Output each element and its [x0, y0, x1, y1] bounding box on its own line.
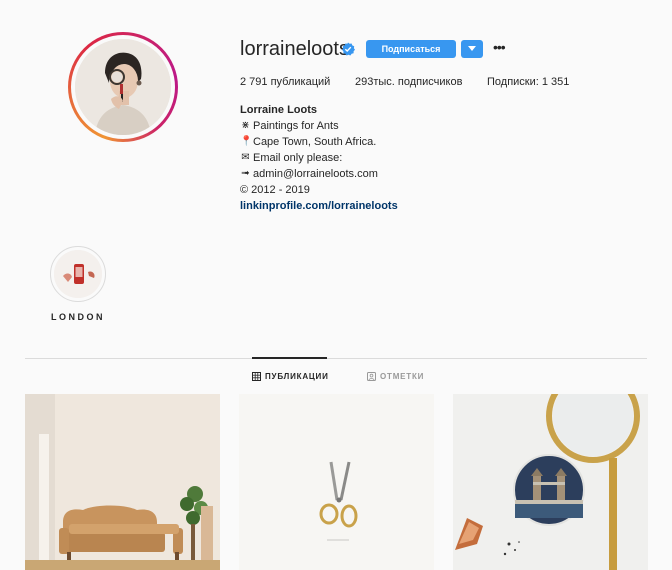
active-tab-indicator [252, 357, 327, 359]
bio-line: ⋇ Paintings for Ants [240, 118, 540, 134]
avatar-frame [71, 35, 175, 139]
suggestions-dropdown-button[interactable] [461, 40, 483, 58]
post-thumbnail[interactable] [453, 394, 648, 570]
tab-tagged-label: ОТМЕТКИ [380, 372, 425, 381]
bio-text: Email only please: [253, 152, 343, 164]
profile-username: lorraineloots [240, 38, 349, 60]
bio-copyright: © 2012 - 2019 [240, 184, 310, 196]
tab-posts[interactable]: ПУБЛИКАЦИИ [252, 372, 329, 381]
stat-following[interactable]: Подписки: 1 351 [487, 76, 569, 88]
avatar[interactable] [75, 39, 171, 135]
bio-text: Cape Town, South Africa. [253, 136, 377, 148]
bio-text: Paintings for Ants [253, 120, 339, 132]
bio-name: Lorraine Loots [240, 104, 318, 116]
more-options-icon[interactable]: ••• [493, 40, 507, 58]
bio-link[interactable]: linkinprofile.com/lorraineloots [240, 198, 540, 214]
stat-followers[interactable]: 293тыс. подписчиков [355, 76, 462, 88]
highlight-label: LONDON [51, 312, 105, 322]
arrow-icon: ➟ [241, 168, 250, 179]
post-thumbnail[interactable] [239, 394, 434, 570]
tab-posts-label: ПУБЛИКАЦИИ [265, 372, 329, 381]
stat-posts[interactable]: 2 791 публикаций [240, 76, 330, 88]
post-image-tower-bridge [453, 394, 648, 570]
post-image-scissors [239, 394, 434, 570]
grid-icon [252, 372, 261, 381]
triangle-down-icon [468, 46, 476, 51]
post-image-sofa [25, 394, 220, 570]
profile-bio: Lorraine Loots ⋇ Paintings for Ants 📍 Ca… [240, 102, 540, 214]
ant-icon: ⋇ [241, 120, 250, 131]
envelope-icon: ✉ [241, 152, 250, 163]
tab-tagged[interactable]: ОТМЕТКИ [367, 372, 424, 381]
bio-line: ➟ admin@lorraineloots.com [240, 166, 540, 182]
bio-text: admin@lorraineloots.com [253, 168, 378, 180]
highlight-cover [54, 250, 102, 298]
tabs-divider [25, 358, 647, 359]
highlight-london[interactable] [50, 246, 106, 302]
follow-button[interactable]: Подписаться [366, 40, 456, 58]
pin-icon: 📍 [240, 136, 253, 147]
avatar-photo [75, 39, 171, 135]
tag-portrait-icon [367, 372, 376, 381]
bio-line: 📍 Cape Town, South Africa. [240, 134, 540, 150]
post-thumbnail[interactable] [25, 394, 220, 570]
bio-line: ✉ Email only please: [240, 150, 540, 166]
verified-badge-icon [342, 42, 355, 56]
phone-box-painting [54, 250, 102, 298]
profile-avatar-ring[interactable] [68, 32, 178, 142]
